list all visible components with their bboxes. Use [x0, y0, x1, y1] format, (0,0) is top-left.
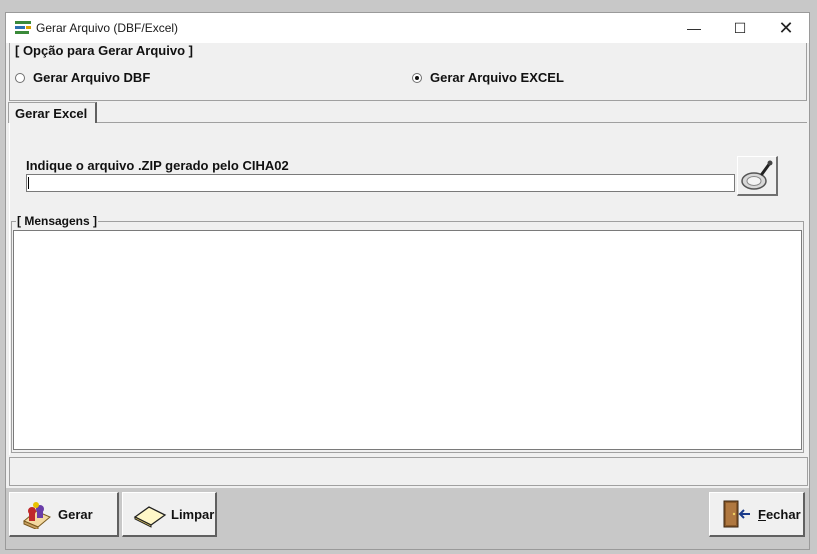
minimize-button[interactable]: — — [671, 13, 717, 43]
radio-dbf[interactable]: Gerar Arquivo DBF — [15, 70, 150, 85]
fechar-button[interactable]: Fechar — [709, 492, 805, 537]
radio-dbf-label: Gerar Arquivo DBF — [33, 70, 151, 85]
messages-area[interactable] — [13, 230, 802, 450]
title-bar: Gerar Arquivo (DBF/Excel) — ☐ ✕ — [6, 13, 809, 43]
messages-legend: [ Mensagens ] — [16, 214, 99, 228]
tab-gerar-excel[interactable]: Gerar Excel — [8, 102, 97, 123]
radio-excel-label: Gerar Arquivo EXCEL — [430, 70, 564, 85]
option-group-legend: [ Opção para Gerar Arquivo ] — [14, 43, 194, 58]
radio-excel[interactable]: Gerar Arquivo EXCEL — [412, 70, 564, 85]
gerar-icon — [20, 499, 54, 529]
window-title: Gerar Arquivo (DBF/Excel) — [36, 21, 179, 35]
gerar-label: Gerar — [58, 506, 93, 522]
fechar-label-rest: echar — [765, 506, 801, 522]
file-path-input[interactable] — [26, 174, 735, 192]
maximize-button[interactable]: ☐ — [717, 13, 763, 43]
close-button[interactable]: ✕ — [763, 13, 809, 43]
radio-excel-circle[interactable] — [412, 72, 422, 83]
radio-dbf-circle[interactable] — [15, 72, 25, 83]
fechar-label: Fechar — [758, 507, 801, 522]
exit-door-icon — [720, 499, 754, 529]
magnifier-icon — [741, 160, 773, 190]
tab-strip — [9, 122, 807, 123]
limpar-button[interactable]: Limpar — [122, 492, 217, 537]
eraser-icon — [133, 499, 167, 529]
status-bar — [9, 457, 808, 486]
file-label: Indique o arquivo .ZIP gerado pelo CIHA0… — [26, 158, 289, 173]
main-window: Gerar Arquivo (DBF/Excel) — ☐ ✕ [ Opção … — [5, 12, 810, 550]
text-caret — [28, 177, 29, 189]
fechar-accel: F — [758, 506, 766, 522]
gerar-button[interactable]: Gerar — [9, 492, 119, 537]
limpar-label: Limpar — [171, 506, 215, 522]
button-bar: Gerar Limpar Fechar — [6, 488, 809, 549]
app-icon — [15, 21, 31, 34]
browse-button[interactable] — [737, 156, 778, 196]
